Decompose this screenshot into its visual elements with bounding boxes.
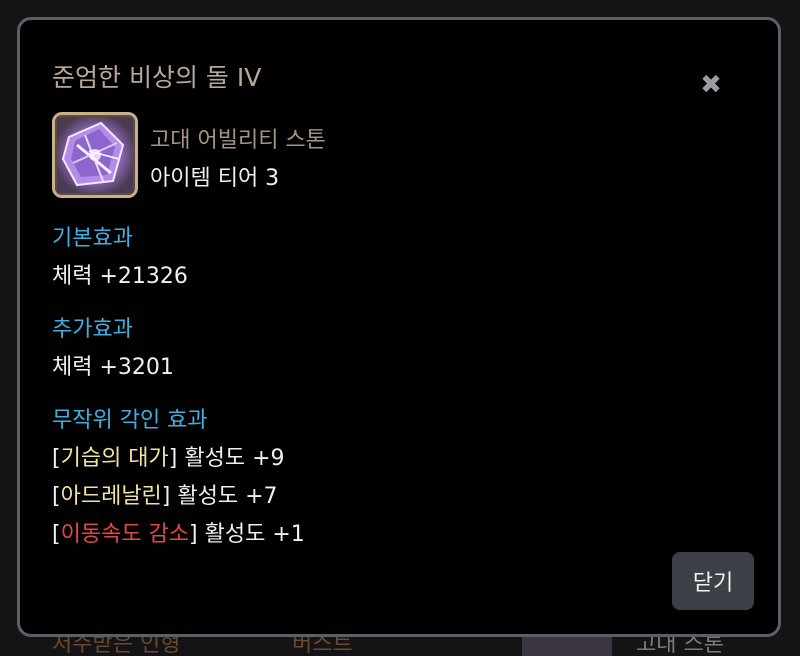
bracket-open: [ xyxy=(52,446,61,471)
close-button[interactable]: 닫기 xyxy=(672,552,754,610)
engraving-value: 활성도 +9 xyxy=(177,446,285,471)
item-detail-dialog: 준엄한 비상의 돌 IV ✖ 고대 어빌리티 스톤 아이템 티어 3 기본효과 … xyxy=(17,17,781,637)
engraving-line: [기습의 대가] 활성도 +9 xyxy=(52,440,285,472)
ability-stone-icon xyxy=(52,112,138,198)
item-type-label: 고대 어빌리티 스톤 xyxy=(150,128,326,153)
bracket-open: [ xyxy=(52,484,61,509)
close-icon[interactable]: ✖ xyxy=(696,70,726,100)
dialog-title: 준엄한 비상의 돌 IV xyxy=(52,63,262,92)
engraving-value: 활성도 +1 xyxy=(197,522,305,547)
engraving-name: 기습의 대가 xyxy=(60,446,169,471)
base-effect-heading: 기본효과 xyxy=(52,226,133,251)
engraving-line: [아드레날린] 활성도 +7 xyxy=(52,478,278,510)
engraving-name: 이동속도 감소 xyxy=(60,522,190,547)
base-effect-value: 체력 +21326 xyxy=(52,264,188,289)
bracket-close: ] xyxy=(189,522,198,547)
item-tier-label: 아이템 티어 3 xyxy=(150,166,280,191)
bracket-open: [ xyxy=(52,522,61,547)
engraving-line: [이동속도 감소] 활성도 +1 xyxy=(52,516,305,548)
extra-effect-heading: 추가효과 xyxy=(52,317,133,342)
engraving-value: 활성도 +7 xyxy=(170,484,278,509)
extra-effect-value: 체력 +3201 xyxy=(52,355,174,380)
engraving-heading: 무작위 각인 효과 xyxy=(52,408,208,433)
engraving-name: 아드레날린 xyxy=(60,484,162,509)
